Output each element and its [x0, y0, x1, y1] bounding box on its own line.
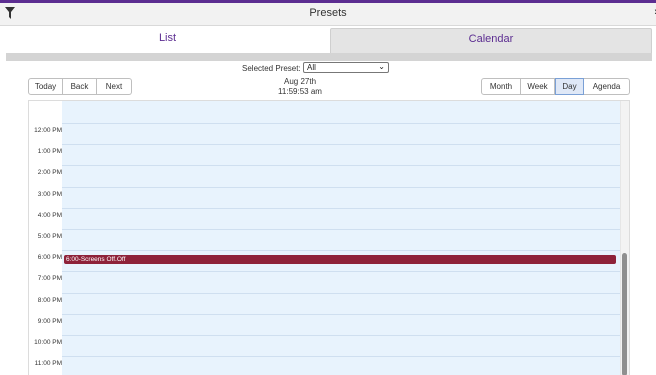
- next-button[interactable]: Next: [97, 78, 132, 95]
- back-button[interactable]: Back: [63, 78, 97, 95]
- view-month-button[interactable]: Month: [481, 78, 521, 95]
- hour-divider: [62, 292, 622, 294]
- hour-divider: [62, 186, 622, 188]
- hour-label: 10:00 PM: [34, 339, 62, 346]
- current-date: Aug 27th: [283, 77, 317, 86]
- hour-row[interactable]: 9:00 PM: [29, 313, 622, 335]
- tab-divider: [6, 53, 652, 61]
- view-week-button[interactable]: Week: [521, 78, 555, 95]
- view-buttons: Month Week Day Agenda: [481, 78, 630, 95]
- hour-label: 5:00 PM: [37, 233, 62, 240]
- day-calendar: 12:00 PM 1:00 PM 2:00 PM 3:00 PM 4:00 PM 5:00…: [28, 100, 630, 375]
- hour-label: 1:00 PM: [37, 148, 62, 156]
- hour-label: 2:00 PM: [37, 169, 62, 177]
- hour-row[interactable]: 1:00 PM: [29, 144, 622, 165]
- all-day-row[interactable]: [62, 101, 622, 124]
- hour-row[interactable]: 12:00 PM: [29, 123, 622, 144]
- hour-divider: [62, 229, 622, 230]
- hour-row[interactable]: 4:00 PM: [29, 207, 622, 229]
- hour-row[interactable]: 10:00 PM: [29, 335, 622, 356]
- hour-label: 12:00 PM: [34, 127, 62, 134]
- hour-label: 6:00 PM: [37, 254, 62, 262]
- hour-divider: [62, 313, 622, 315]
- hour-divider: [62, 250, 622, 252]
- preset-row: Selected Preset: All ⌄: [0, 62, 656, 74]
- hour-row[interactable]: 11:00 PM: [29, 356, 622, 375]
- tab-calendar[interactable]: Calendar: [330, 28, 652, 56]
- hour-label: 8:00 PM: [37, 296, 62, 304]
- hour-label: 3:00 PM: [37, 190, 62, 198]
- chevron-down-icon: ⌄: [378, 62, 385, 71]
- hour-divider: [62, 335, 622, 336]
- hour-row[interactable]: 2:00 PM: [29, 165, 622, 186]
- preset-value: All: [307, 63, 316, 72]
- hour-divider: [62, 207, 622, 209]
- calendar-event[interactable]: 6:00-Screens Off.Off: [64, 255, 616, 265]
- hour-divider: [62, 144, 622, 146]
- view-agenda-button[interactable]: Agenda: [584, 78, 630, 95]
- hour-label: 7:00 PM: [37, 275, 62, 283]
- hour-divider: [62, 165, 622, 167]
- preset-select[interactable]: All ⌄: [303, 62, 389, 73]
- view-day-button[interactable]: Day: [555, 78, 584, 95]
- today-button[interactable]: Today: [28, 78, 63, 95]
- hour-row[interactable]: 7:00 PM: [29, 271, 622, 292]
- nav-buttons: Today Back Next: [28, 78, 132, 95]
- tab-list[interactable]: List: [6, 28, 329, 56]
- hour-divider: [62, 271, 622, 273]
- scrollbar[interactable]: [620, 101, 629, 375]
- hour-label: 4:00 PM: [37, 211, 62, 219]
- hour-label: 9:00 PM: [37, 317, 62, 325]
- current-time: 11:59:53 am: [278, 87, 322, 96]
- preset-label: Selected Preset:: [242, 64, 301, 73]
- scrollbar-thumb[interactable]: [622, 253, 627, 375]
- page-title: Presets: [309, 7, 347, 19]
- hour-row[interactable]: 8:00 PM: [29, 292, 622, 314]
- title-bar: Presets ›: [0, 3, 656, 26]
- hour-row[interactable]: 5:00 PM: [29, 229, 622, 250]
- hour-divider: [62, 123, 622, 124]
- time-gutter-header: [29, 101, 62, 123]
- hour-label: 11:00 PM: [34, 360, 62, 368]
- hour-divider: [62, 356, 622, 358]
- hour-row[interactable]: 3:00 PM: [29, 186, 622, 208]
